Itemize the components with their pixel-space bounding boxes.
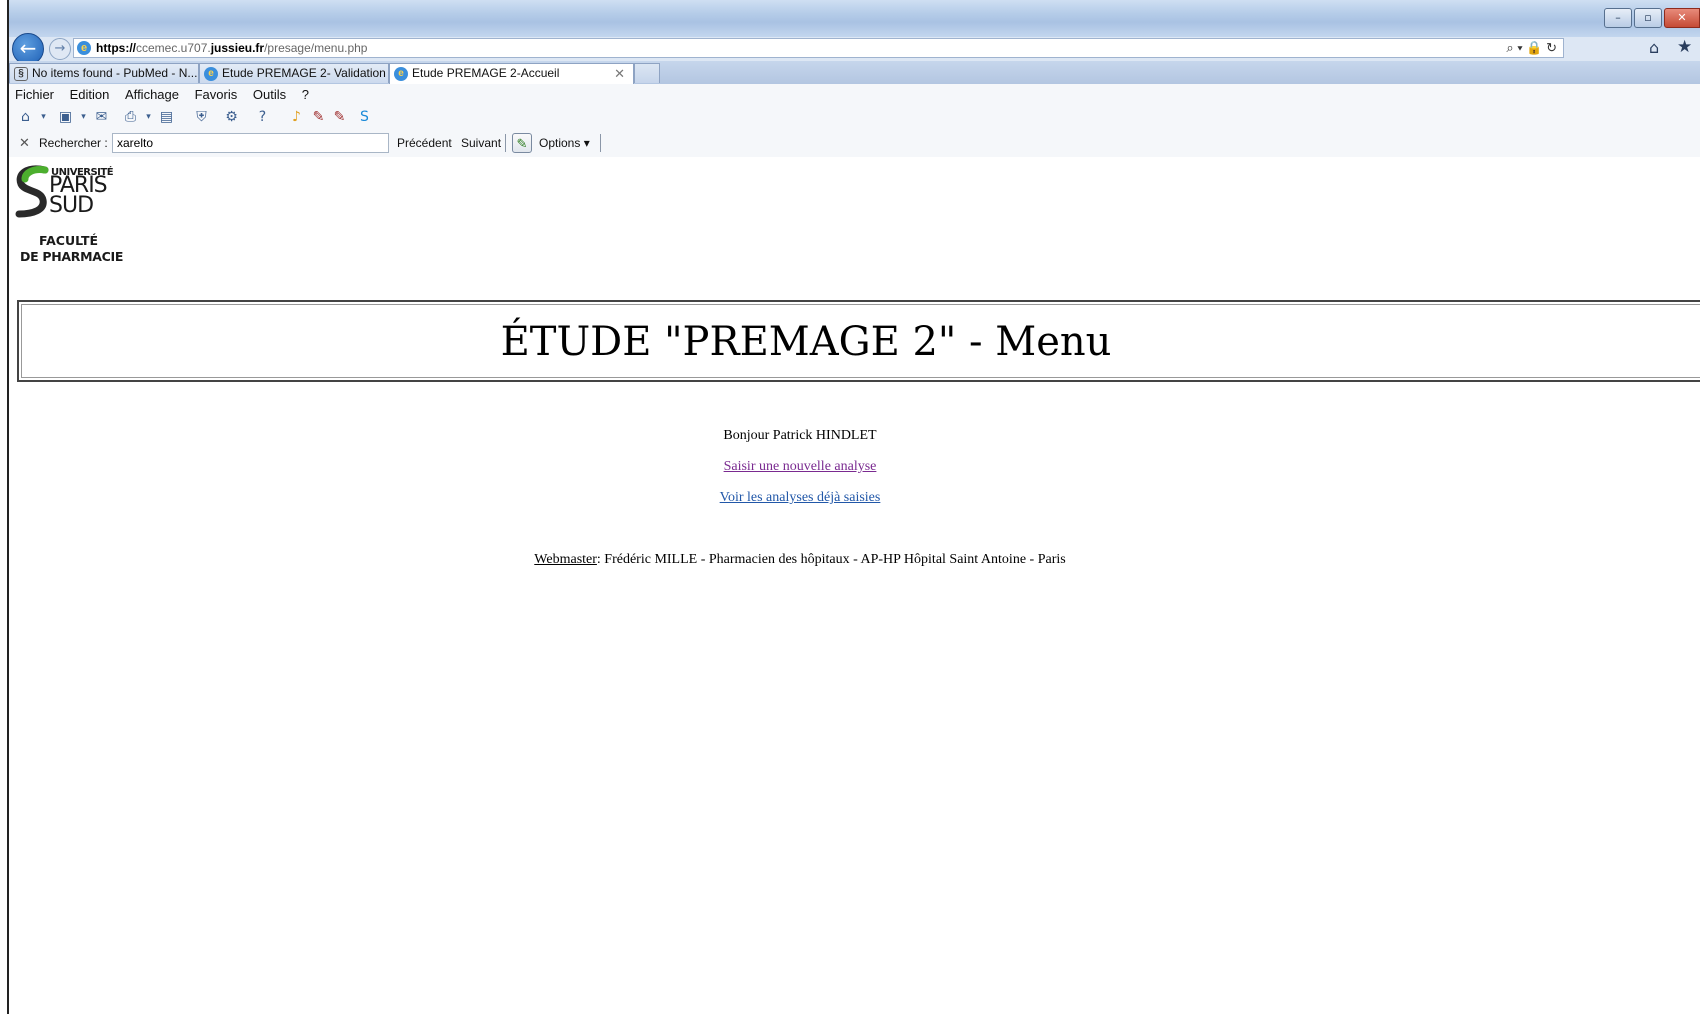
skype-icon[interactable]: S <box>356 109 373 126</box>
search-lock-refresh-icons[interactable]: ⌕ ▾ 🔒 ↻ <box>1506 39 1557 57</box>
page-content: UNIVERSITÉ PARIS SUD FACULTÉ DE PHARMACI… <box>9 157 1700 1014</box>
logo-de-pharmacie: DE PHARMACIE <box>20 249 124 264</box>
home-icon[interactable]: ⌂ <box>17 109 34 126</box>
webmaster-link[interactable]: Webmaster <box>534 552 597 567</box>
divider <box>600 134 601 152</box>
addon-icon[interactable]: ♪ <box>288 109 305 126</box>
find-bar: ✕ Rechercher : Précédent Suivant ✎ Optio… <box>9 130 1700 158</box>
addon-icon[interactable]: ✎ <box>331 109 348 126</box>
webmaster-footer: Webmaster: Frédéric MILLE - Pharmacien d… <box>9 552 1591 568</box>
tab-label: No items found - PubMed - N... <box>32 66 198 80</box>
window-border <box>0 0 9 1014</box>
tab-label: Etude PREMAGE 2-Accueil <box>412 66 560 80</box>
new-analysis-link[interactable]: Saisir une nouvelle analyse <box>724 459 877 474</box>
tab-close-icon[interactable]: ✕ <box>614 64 625 83</box>
print-icon[interactable]: ⎙ <box>122 109 139 126</box>
menu-edition[interactable]: Edition <box>64 84 116 106</box>
close-find-icon[interactable]: ✕ <box>19 135 30 151</box>
menu-fichier[interactable]: Fichier <box>9 84 60 106</box>
maximize-button[interactable]: ▫ <box>1634 8 1662 28</box>
tab-strip: § No items found - PubMed - N... e Etude… <box>9 61 1700 85</box>
url-field[interactable]: e https://ccemec.u707.jussieu.fr/presage… <box>73 38 1564 58</box>
url-text: https://ccemec.u707.jussieu.fr/presage/m… <box>96 41 368 55</box>
tab-pubmed[interactable]: § No items found - PubMed - N... <box>9 63 199 83</box>
tab-label: Etude PREMAGE 2- Validation ... <box>222 66 389 80</box>
dropdown-arrow-icon[interactable]: ▾ <box>35 109 52 126</box>
webmaster-text: : Frédéric MILLE - Pharmacien des hôpita… <box>596 552 1066 567</box>
tools-gear-icon[interactable]: ⚙ <box>223 109 240 126</box>
forward-button[interactable]: → <box>49 38 71 60</box>
feeds-icon[interactable]: ▣ <box>57 109 74 126</box>
page-title: ÉTUDE "PREMAGE 2" - Menu <box>500 319 1112 365</box>
ie-icon: e <box>204 67 218 81</box>
new-tab-button[interactable] <box>634 63 660 83</box>
mail-icon[interactable]: ✉ <box>93 109 110 126</box>
dropdown-arrow-icon[interactable]: ▾ <box>75 109 92 126</box>
dropdown-arrow-icon[interactable]: ▾ <box>140 109 157 126</box>
address-bar: ← → e https://ccemec.u707.jussieu.fr/pre… <box>9 33 1700 65</box>
ie-icon: e <box>77 41 91 55</box>
greeting-text: Bonjour Patrick HINDLET <box>723 428 877 443</box>
title-bar: – ▫ ✕ <box>9 0 1700 37</box>
close-window-button[interactable]: ✕ <box>1664 8 1700 28</box>
menu-bar: Fichier Edition Affichage Favoris Outils… <box>9 84 1700 106</box>
ie-icon: e <box>394 67 408 81</box>
view-analyses-line: Voir les analyses déjà saisies <box>9 490 1591 506</box>
home-icon[interactable]: ⌂ <box>1649 38 1659 57</box>
menu-help[interactable]: ? <box>296 84 315 106</box>
favorites-star-icon[interactable]: ★ <box>1677 37 1692 57</box>
help-icon[interactable]: ? <box>254 109 271 126</box>
menu-affichage[interactable]: Affichage <box>119 84 185 106</box>
tab-validation[interactable]: e Etude PREMAGE 2- Validation ... <box>199 63 389 83</box>
find-input[interactable] <box>112 133 389 153</box>
addon-icon[interactable]: ✎ <box>310 109 327 126</box>
logo-faculte: FACULTÉ <box>39 233 99 248</box>
view-analyses-link[interactable]: Voir les analyses déjà saisies <box>720 490 881 505</box>
find-options-button[interactable]: Options ▾ <box>539 136 590 150</box>
pubmed-icon: § <box>14 67 28 81</box>
tab-accueil[interactable]: e Etude PREMAGE 2-Accueil ✕ <box>389 63 634 85</box>
universite-paris-sud-logo: UNIVERSITÉ PARIS SUD FACULTÉ DE PHARMACI… <box>15 164 135 264</box>
minimize-button[interactable]: – <box>1604 8 1632 28</box>
logo-sud: SUD <box>49 193 94 218</box>
window-controls: – ▫ ✕ <box>1604 8 1700 28</box>
page-icon[interactable]: ▤ <box>158 109 175 126</box>
title-box: ÉTUDE "PREMAGE 2" - Menu <box>17 300 1700 382</box>
new-analysis-line: Saisir une nouvelle analyse <box>9 459 1591 475</box>
paris-sud-s-icon <box>15 165 49 218</box>
menu-outils[interactable]: Outils <box>247 84 292 106</box>
safety-icon[interactable]: ⛨ <box>193 109 210 126</box>
browser-window: – ▫ ✕ ← → e https://ccemec.u707.jussieu.… <box>0 0 1700 1014</box>
find-previous-button[interactable]: Précédent <box>397 136 452 150</box>
divider <box>505 134 506 152</box>
highlight-icon[interactable]: ✎ <box>512 133 532 153</box>
find-label: Rechercher : <box>39 136 108 150</box>
menu-favoris[interactable]: Favoris <box>189 84 244 106</box>
find-next-button[interactable]: Suivant <box>461 136 501 150</box>
command-bar: ⌂ ▾ ▣ ▾ ✉ ⎙ ▾ ▤ ⛨ ⚙ ? ♪ ✎ ✎ S <box>9 106 1700 130</box>
